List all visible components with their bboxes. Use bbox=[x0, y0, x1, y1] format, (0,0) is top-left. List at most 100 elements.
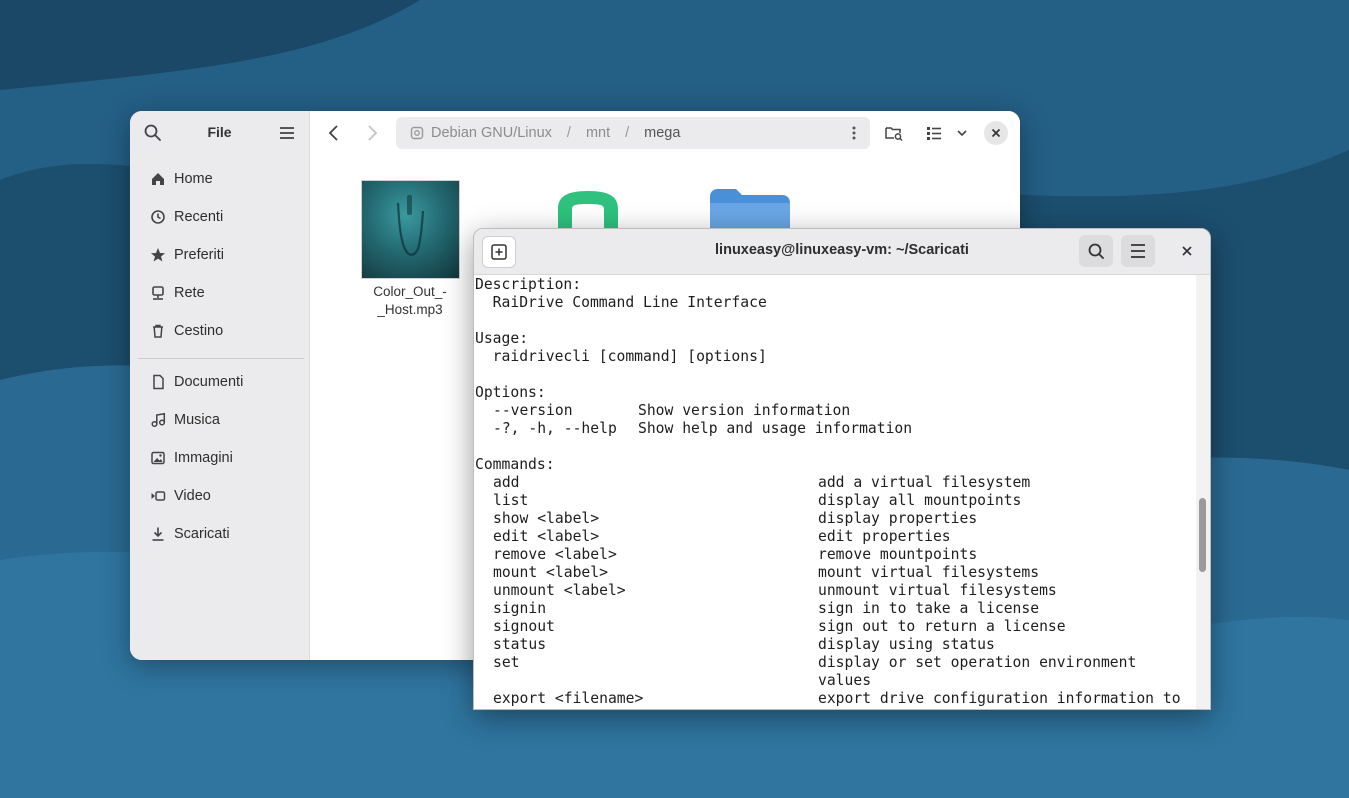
terminal-line: Commands: bbox=[475, 456, 555, 473]
sidebar-item-label: Cestino bbox=[174, 323, 224, 339]
sidebar-divider bbox=[138, 358, 304, 359]
music-icon bbox=[151, 412, 166, 428]
sidebar-item-label: Home bbox=[174, 171, 213, 187]
home-icon bbox=[152, 173, 164, 185]
search-folder-icon[interactable] bbox=[882, 121, 906, 145]
folder-item[interactable] bbox=[710, 189, 790, 229]
search-button[interactable] bbox=[1079, 235, 1113, 267]
command-name: remove <label> bbox=[493, 546, 617, 563]
plus-icon bbox=[491, 244, 507, 260]
folder-icon bbox=[710, 189, 790, 229]
sidebar-item-network[interactable]: Rete bbox=[140, 276, 302, 310]
command-name: show <label> bbox=[493, 510, 600, 527]
scrollbar-thumb[interactable] bbox=[1199, 498, 1206, 572]
sidebar-item-documents[interactable]: Documenti bbox=[140, 365, 302, 399]
command-description: edit properties bbox=[818, 528, 951, 545]
path-bar[interactable]: Debian GNU/Linux / mnt / mega bbox=[396, 117, 870, 149]
forward-icon[interactable] bbox=[360, 121, 384, 145]
search-icon bbox=[1088, 243, 1104, 259]
close-icon bbox=[991, 128, 1001, 138]
sidebar-item-label: Video bbox=[174, 488, 211, 504]
sidebar-item-home[interactable]: Home bbox=[140, 162, 302, 196]
hamburger-menu-icon[interactable] bbox=[277, 123, 297, 143]
path-separator: / bbox=[625, 125, 630, 141]
clock-icon bbox=[151, 210, 165, 224]
sidebar-item-videos[interactable]: Video bbox=[140, 479, 302, 513]
command-description: Show help and usage information bbox=[638, 420, 913, 437]
path-segment-mnt[interactable]: mnt bbox=[586, 125, 610, 141]
command-description: unmount virtual filesystems bbox=[818, 582, 1057, 599]
back-icon[interactable] bbox=[322, 121, 346, 145]
close-icon[interactable] bbox=[1177, 241, 1197, 261]
more-options-icon[interactable] bbox=[846, 125, 862, 141]
trash-icon bbox=[153, 324, 163, 338]
path-segment-root[interactable]: Debian GNU/Linux bbox=[431, 125, 552, 141]
drive-icon bbox=[410, 126, 424, 140]
command-name: export <filename> bbox=[493, 690, 644, 707]
command-description: mount virtual filesystems bbox=[818, 564, 1040, 581]
command-name: mount <label> bbox=[493, 564, 608, 581]
command-description: values bbox=[818, 672, 872, 689]
command-description: display properties bbox=[818, 510, 978, 527]
terminal-output[interactable]: Description: RaiDrive Command Line Inter… bbox=[474, 275, 1196, 709]
app-icon bbox=[558, 191, 618, 229]
terminal-title: linuxeasy@linuxeasy-vm: ~/Scaricati bbox=[715, 242, 969, 258]
command-name: unmount <label> bbox=[493, 582, 626, 599]
sidebar-item-downloads[interactable]: Scaricati bbox=[140, 517, 302, 551]
command-name: set bbox=[493, 654, 520, 671]
menu-button[interactable] bbox=[1121, 235, 1155, 267]
command-description: display all mountpoints bbox=[818, 492, 1022, 509]
file-manager-header: Debian GNU/Linux / mnt / mega bbox=[310, 111, 1020, 155]
sidebar-item-starred[interactable]: Preferiti bbox=[140, 238, 302, 272]
document-icon bbox=[153, 374, 164, 390]
sidebar-item-label: Documenti bbox=[174, 374, 244, 390]
terminal-line: raidrivecli [command] [options] bbox=[475, 348, 767, 365]
command-description: remove mountpoints bbox=[818, 546, 978, 563]
video-icon bbox=[151, 491, 166, 501]
terminal-line: Description: bbox=[475, 276, 582, 293]
star-icon bbox=[151, 248, 165, 262]
terminal-line: RaiDrive Command Line Interface bbox=[475, 294, 767, 311]
sidebar-item-label: Preferiti bbox=[174, 247, 224, 263]
sidebar-header: File bbox=[130, 111, 309, 155]
sidebar-item-recent[interactable]: Recenti bbox=[140, 200, 302, 234]
terminal-window: linuxeasy@linuxeasy-vm: ~/Scaricati Desc… bbox=[473, 228, 1211, 710]
sidebar-item-label: Musica bbox=[174, 412, 220, 428]
command-name: add bbox=[493, 474, 520, 491]
sidebar: File Home Recenti Preferiti Rete Cestino bbox=[130, 111, 310, 660]
command-name: list bbox=[493, 492, 529, 509]
file-item[interactable] bbox=[556, 189, 620, 229]
command-name: status bbox=[493, 636, 547, 653]
new-tab-button[interactable] bbox=[482, 236, 516, 268]
command-name: --version bbox=[493, 402, 573, 419]
network-icon bbox=[152, 286, 164, 300]
hamburger-menu-icon bbox=[1131, 244, 1145, 258]
scrollbar[interactable] bbox=[1196, 275, 1210, 709]
chevron-down-icon[interactable] bbox=[950, 121, 974, 145]
terminal-line: Usage: bbox=[475, 330, 529, 347]
path-segment-current[interactable]: mega bbox=[644, 125, 680, 141]
command-description: export drive configuration information t… bbox=[818, 690, 1181, 707]
audio-cover-thumbnail bbox=[361, 180, 460, 279]
list-view-icon[interactable] bbox=[922, 121, 946, 145]
command-name: -?, -h, --help bbox=[493, 420, 617, 437]
sidebar-item-label: Rete bbox=[174, 285, 205, 301]
command-description: sign in to take a license bbox=[818, 600, 1040, 617]
path-separator: / bbox=[566, 125, 571, 141]
sidebar-item-label: Recenti bbox=[174, 209, 224, 225]
sidebar-item-label: Scaricati bbox=[174, 526, 230, 542]
sidebar-item-label: Immagini bbox=[174, 450, 233, 466]
command-description: display using status bbox=[818, 636, 995, 653]
command-name: signin bbox=[493, 600, 547, 617]
command-description: Show version information bbox=[638, 402, 851, 419]
command-name: signout bbox=[493, 618, 555, 635]
close-button[interactable] bbox=[984, 121, 1008, 145]
command-description: add a virtual filesystem bbox=[818, 474, 1031, 491]
sidebar-item-music[interactable]: Musica bbox=[140, 403, 302, 437]
download-icon bbox=[152, 527, 164, 541]
sidebar-item-trash[interactable]: Cestino bbox=[140, 314, 302, 348]
file-name: Color_Out_- _Host.mp3 bbox=[373, 284, 447, 317]
image-icon bbox=[151, 451, 165, 465]
command-description: sign out to return a license bbox=[818, 618, 1066, 635]
sidebar-item-pictures[interactable]: Immagini bbox=[140, 441, 302, 475]
